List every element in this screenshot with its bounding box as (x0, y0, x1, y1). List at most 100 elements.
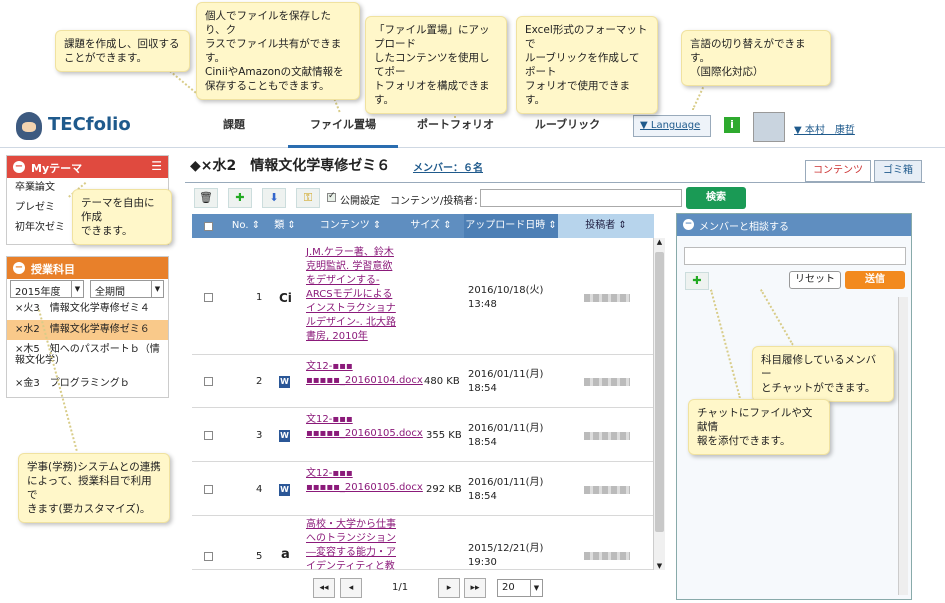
nav-rubric[interactable]: ルーブリック (525, 116, 610, 140)
reset-button[interactable]: リセット (789, 271, 841, 289)
collapse-icon[interactable]: − (13, 262, 25, 274)
row-no: 3 (256, 430, 263, 441)
callout-rubric: Excel形式のフォーマットで ルーブリックを作成してポート フォリオで使用でき… (516, 16, 658, 114)
course-item-active[interactable]: ×水2 情報文化学専修ゼミ６ (7, 320, 168, 340)
search-label: コンテンツ/投稿者： (390, 196, 484, 207)
search-input[interactable] (480, 189, 682, 207)
tab-contents[interactable]: コンテンツ (805, 160, 871, 182)
row-date: 2016/01/11(月) 18:54 (468, 423, 544, 448)
content-border (185, 182, 925, 183)
table-scrollbar[interactable]: ▲ ▼ (653, 238, 665, 570)
row-no: 4 (256, 484, 263, 495)
word-file-icon: W (279, 430, 290, 442)
chevron-down-icon: ▼ (71, 281, 83, 297)
scroll-down-icon[interactable]: ▼ (654, 562, 665, 570)
collapse-icon[interactable]: − (683, 219, 694, 230)
add-icon[interactable]: ✚ (228, 188, 252, 208)
courses-title: 授業科目 (31, 263, 75, 276)
chat-scrollbar[interactable] (898, 297, 908, 595)
row-date: 2016/01/11(月) 18:54 (468, 477, 544, 502)
user-menu[interactable]: ▼ 本村 康哲 (794, 121, 855, 136)
course-item[interactable]: ×木5 知へのパスポートｂ（情報文化学） (7, 344, 168, 370)
content-link[interactable]: 文12-▪▪▪ ▪▪▪▪▪_20160105.docx (306, 413, 423, 441)
last-page-button[interactable]: ▸▸ (464, 578, 486, 598)
send-button[interactable]: 送信 (845, 271, 905, 289)
content-link[interactable]: 文12-▪▪▪ ▪▪▪▪▪_20160104.docx (306, 360, 423, 388)
tab-trash[interactable]: ゴミ箱 (874, 160, 922, 182)
members-link[interactable]: メンバー：６名 (413, 159, 483, 174)
term-select[interactable]: 全期間 ▼ (90, 280, 164, 298)
content-link[interactable]: J.M.ケラー著、鈴木克明監訳. 学習意欲をデザインする-ARCSモデルによるイ… (306, 246, 396, 344)
year-select[interactable]: 2015年度 ▼ (10, 280, 84, 298)
next-page-button[interactable]: ▸ (438, 578, 460, 598)
collapse-icon[interactable]: − (13, 161, 25, 173)
cinii-icon: Ci (279, 291, 292, 305)
prev-page-button[interactable]: ◂ (340, 578, 362, 598)
col-content[interactable]: コンテンツ ⇕ (303, 214, 398, 238)
row-date: 2015/12/21(月) 19:30 (468, 543, 544, 568)
callout-file-storage: 個人でファイルを保存したり、ク ラスでファイル共有ができます。 CiniiやAm… (196, 2, 360, 100)
col-type[interactable]: 類 ⇕ (267, 214, 303, 238)
info-icon[interactable]: i (724, 117, 740, 133)
row-checkbox[interactable] (204, 293, 213, 302)
row-checkbox[interactable] (204, 377, 213, 386)
chevron-down-icon: ▼ (530, 580, 542, 596)
callout-chat-attach: チャットにファイルや文献情 報を添付できます。 (688, 399, 830, 455)
word-file-icon: W (279, 484, 290, 496)
row-size: 355 KB (426, 430, 462, 441)
scroll-up-icon[interactable]: ▲ (654, 238, 665, 246)
col-upload-date[interactable]: アップロード日時 ⇕ (464, 214, 558, 238)
language-dropdown[interactable]: ▼ Language (633, 115, 711, 137)
trash-icon[interactable]: 🗑 (194, 188, 218, 208)
content-clip: 高校・大学から仕事へのトランジション―変容する能力・アイデンティティと教 (306, 518, 396, 570)
poster-name (584, 552, 630, 560)
logo-text: TECfolio (48, 114, 131, 135)
course-item[interactable]: ×金3 プログラミングｂ (7, 374, 168, 394)
callout-theme: テーマを自由に作成 できます。 (72, 189, 172, 245)
download-icon[interactable]: ⬇ (262, 188, 286, 208)
poster-name (584, 378, 630, 386)
content-link[interactable]: 高校・大学から仕事へのトランジション―変容する能力・アイデンティティと教 (306, 518, 396, 570)
attach-icon[interactable]: ✚ (685, 272, 709, 290)
nav-file-storage[interactable]: ファイル置場 (288, 116, 398, 148)
public-setting-checkbox[interactable]: ✓ (327, 191, 336, 202)
mascot-icon (16, 112, 42, 140)
my-theme-header: − Myテーマ ☰ (7, 156, 168, 178)
callout-portfolio: 「ファイル置場」にアップロード したコンテンツを使用してポー トフォリオを構成で… (365, 16, 507, 114)
chevron-down-icon: ▼ (151, 281, 163, 297)
poster-name (584, 486, 630, 494)
row-checkbox[interactable] (204, 485, 213, 494)
col-size[interactable]: サイズ ⇕ (398, 214, 464, 238)
nav-assignments[interactable]: 課題 (205, 116, 263, 140)
page-indicator: 1/1 (392, 582, 409, 593)
scroll-thumb[interactable] (655, 252, 664, 532)
select-all-checkbox[interactable] (204, 222, 213, 231)
row-date: 2016/10/18(火) 13:48 (468, 285, 544, 310)
amazon-icon: a (281, 547, 290, 562)
poster-name (584, 432, 630, 440)
col-poster[interactable]: 投稿者 ⇕ (558, 214, 654, 238)
nav-portfolio[interactable]: ポートフォリオ (408, 116, 503, 140)
menu-icon[interactable]: ☰ (151, 159, 162, 173)
per-page-select[interactable]: 20 ▼ (497, 579, 543, 597)
callout-assignment: 課題を作成し、回収する ことができます。 (55, 30, 190, 72)
row-checkbox[interactable] (204, 431, 213, 440)
word-file-icon: W (279, 376, 290, 388)
page-title: ◆×水2 情報文化学専修ゼミ６ (190, 158, 391, 174)
content-link[interactable]: 文12-▪▪▪ ▪▪▪▪▪_20160105.docx (306, 467, 423, 495)
chat-input[interactable] (684, 247, 906, 265)
public-setting-label: 公開設定 (340, 196, 380, 207)
callout-chat-members: 科目履修しているメンバー とチャットができます。 (752, 346, 894, 402)
tecfolio-logo[interactable]: TECfolio (14, 110, 144, 142)
row-no: 2 (256, 376, 263, 387)
col-no[interactable]: No. ⇕ (225, 214, 267, 238)
callout-language: 言語の切り替えができます。 （国際化対応） (681, 30, 831, 86)
chat-header: − メンバーと相談する (677, 214, 911, 236)
avatar[interactable] (753, 112, 785, 142)
row-checkbox[interactable] (204, 552, 213, 561)
course-item[interactable]: ×火3 情報文化学専修ゼミ４ (7, 299, 168, 319)
check-icon: ✓ (328, 191, 336, 201)
key-icon[interactable]: ⚿ (296, 188, 320, 208)
search-button[interactable]: 検索 (686, 187, 746, 209)
first-page-button[interactable]: ◂◂ (313, 578, 335, 598)
